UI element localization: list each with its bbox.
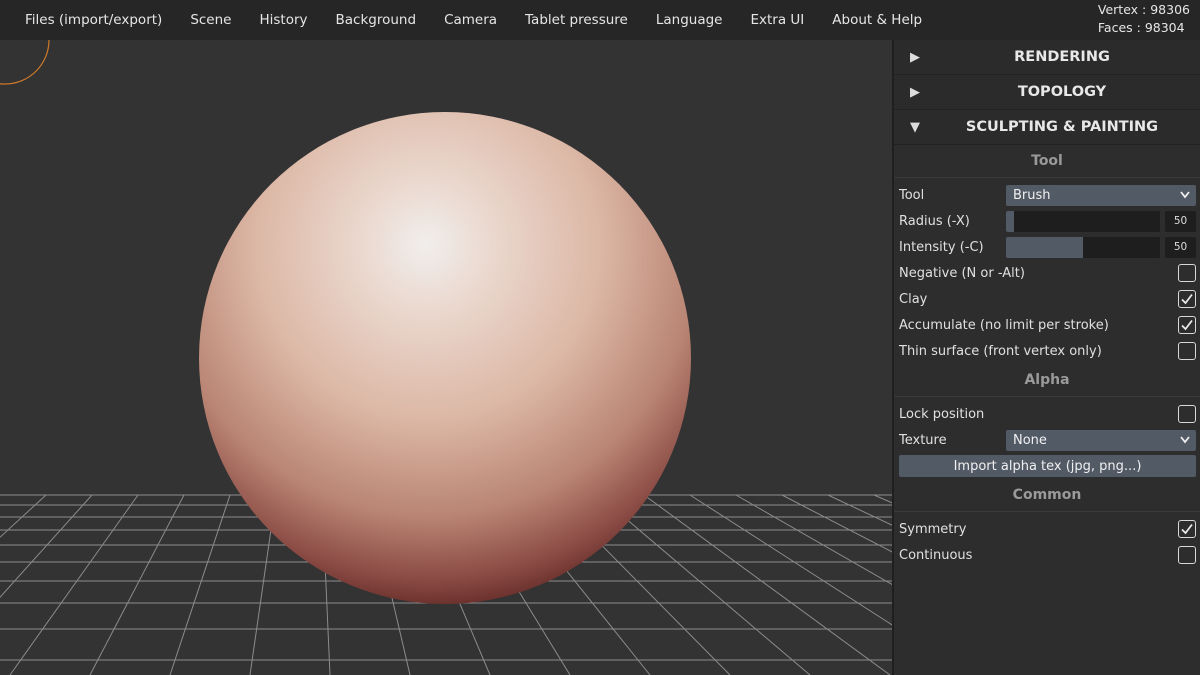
section-title-sculpting: SCULPTING & PAINTING	[965, 119, 1159, 135]
menu-language[interactable]: Language	[642, 0, 737, 40]
import-alpha-button[interactable]: Import alpha tex (jpg, png...)	[899, 455, 1196, 477]
checkmark-icon	[1181, 293, 1193, 305]
checkmark-icon	[1181, 319, 1193, 331]
intensity-slider[interactable]	[1006, 236, 1160, 258]
mesh-stats: Vertex : 98306 Faces : 98304	[1098, 1, 1190, 37]
group-heading-common: Common	[894, 479, 1200, 512]
intensity-label: Intensity (-C)	[899, 239, 984, 255]
menu-background[interactable]: Background	[322, 0, 431, 40]
faces-count: Faces : 98304	[1097, 20, 1185, 35]
menu-files[interactable]: Files (import/export)	[0, 0, 176, 40]
section-rendering[interactable]: ▶ RENDERING	[894, 40, 1200, 75]
menu-about-help[interactable]: About & Help	[818, 0, 936, 40]
section-title-topology: TOPOLOGY	[1017, 84, 1107, 100]
accumulate-label: Accumulate (no limit per stroke)	[899, 317, 1109, 333]
menu-history[interactable]: History	[245, 0, 321, 40]
thin-surface-checkbox[interactable]	[1178, 342, 1196, 360]
import-alpha-row: Import alpha tex (jpg, png...)	[894, 453, 1200, 479]
symmetry-label: Symmetry	[899, 521, 967, 537]
expand-arrow-icon: ▶	[910, 49, 920, 65]
vertex-count: Vertex : 98306	[1097, 2, 1190, 17]
clay-label: Clay	[899, 291, 928, 307]
texture-label: Texture	[899, 432, 947, 448]
group-heading-tool: Tool	[894, 145, 1200, 178]
texture-select[interactable]: None	[1006, 429, 1196, 451]
tool-select-value: Brush	[1013, 187, 1051, 203]
expand-arrow-icon: ▶	[910, 84, 920, 100]
accumulate-checkbox[interactable]	[1178, 316, 1196, 334]
section-title-rendering: RENDERING	[1014, 49, 1110, 65]
viewport-canvas	[0, 40, 892, 675]
continuous-checkbox[interactable]	[1178, 546, 1196, 564]
negative-label: Negative (N or -Alt)	[899, 265, 1025, 281]
negative-checkbox[interactable]	[1178, 264, 1196, 282]
negative-row: Negative (N or -Alt)	[894, 260, 1200, 286]
menubar: Files (import/export) Scene History Back…	[0, 0, 1200, 40]
clay-checkbox[interactable]	[1178, 290, 1196, 308]
intensity-row: Intensity (-C) 50	[894, 234, 1200, 260]
menu-tablet-pressure[interactable]: Tablet pressure	[511, 0, 642, 40]
section-sculpting-painting[interactable]: ▼ SCULPTING & PAINTING	[894, 110, 1200, 145]
thin-surface-label: Thin surface (front vertex only)	[899, 343, 1102, 359]
lock-position-row: Lock position	[894, 401, 1200, 427]
accumulate-row: Accumulate (no limit per stroke)	[894, 312, 1200, 338]
lock-position-label: Lock position	[899, 406, 985, 422]
checkmark-icon	[1181, 523, 1193, 535]
menu-extra-ui[interactable]: Extra UI	[736, 0, 818, 40]
3d-viewport[interactable]	[0, 40, 892, 675]
sculpt-sphere	[199, 112, 691, 604]
intensity-slider-fill	[1006, 236, 1083, 258]
radius-value-input[interactable]: 50	[1165, 210, 1196, 232]
texture-select-value: None	[1013, 432, 1047, 448]
menu-scene[interactable]: Scene	[176, 0, 245, 40]
side-panel: ▶ RENDERING ▶ TOPOLOGY ▼ SCULPTING & PAI…	[892, 40, 1200, 675]
radius-slider-fill	[1006, 210, 1014, 232]
intensity-value-input[interactable]: 50	[1165, 236, 1196, 258]
tool-row: Tool Brush	[894, 182, 1200, 208]
continuous-label: Continuous	[899, 547, 973, 563]
collapse-arrow-icon: ▼	[910, 119, 920, 135]
symmetry-checkbox[interactable]	[1178, 520, 1196, 538]
symmetry-row: Symmetry	[894, 516, 1200, 542]
lock-position-checkbox[interactable]	[1178, 405, 1196, 423]
tool-select[interactable]: Brush	[1006, 184, 1196, 206]
menu-camera[interactable]: Camera	[430, 0, 511, 40]
chevron-down-icon	[1180, 433, 1190, 450]
section-topology[interactable]: ▶ TOPOLOGY	[894, 75, 1200, 110]
radius-row: Radius (-X) 50	[894, 208, 1200, 234]
texture-row: Texture None	[894, 427, 1200, 453]
brush-cursor-ring	[0, 40, 50, 85]
tool-label: Tool	[899, 187, 925, 203]
clay-row: Clay	[894, 286, 1200, 312]
thin-surface-row: Thin surface (front vertex only)	[894, 338, 1200, 364]
chevron-down-icon	[1180, 188, 1190, 205]
radius-slider[interactable]	[1006, 210, 1160, 232]
group-heading-alpha: Alpha	[894, 364, 1200, 397]
continuous-row: Continuous	[894, 542, 1200, 568]
radius-label: Radius (-X)	[899, 213, 970, 229]
